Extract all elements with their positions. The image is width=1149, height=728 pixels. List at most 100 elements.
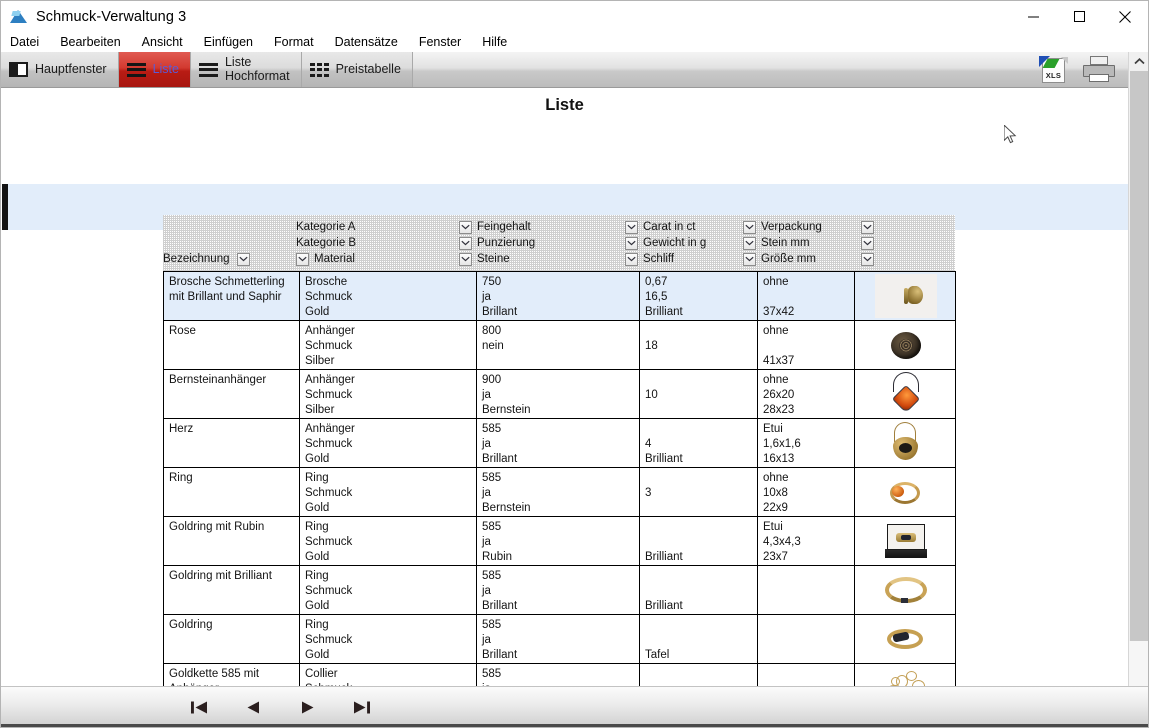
table-cell-carat[interactable]: Brilliant [640, 664, 758, 689]
table-cell-kategorie[interactable]: RingSchmuckGold [300, 615, 477, 664]
table-cell-image[interactable] [855, 615, 956, 664]
menu-item-ansicht[interactable]: Ansicht [142, 35, 183, 49]
xls-export-icon[interactable]: XLS [1038, 56, 1068, 84]
chevron-down-icon[interactable] [625, 221, 638, 234]
chevron-up-icon[interactable] [1129, 52, 1149, 70]
table-row[interactable]: Goldring mit Brilliant RingSchmuckGold58… [164, 566, 956, 615]
table-cell-bezeichnung[interactable]: Brosche Schmetterlingmit Brillant und Sa… [164, 272, 300, 321]
table-row[interactable]: Goldkette 585 mitAnhänger CollierSchmuck… [164, 664, 956, 689]
table-cell-kategorie[interactable]: RingSchmuckGold [300, 468, 477, 517]
menu-item-datensaetze[interactable]: Datensätze [335, 35, 398, 49]
chevron-down-icon[interactable] [459, 253, 472, 266]
menu-item-fenster[interactable]: Fenster [419, 35, 461, 49]
first-record-button[interactable] [182, 692, 216, 722]
menu-item-datei[interactable]: Datei [10, 35, 39, 49]
menu-item-bearbeiten[interactable]: Bearbeiten [60, 35, 120, 49]
tab-liste-hochformat[interactable]: Liste Hochformat [191, 52, 302, 87]
table-cell-carat[interactable]: 10 [640, 370, 758, 419]
table-cell-verpackung[interactable]: Etui1,6x1,616x13 [758, 419, 855, 468]
table-cell-kategorie[interactable]: CollierSchmuckGold [300, 664, 477, 689]
table-cell-verpackung[interactable]: ohne10x822x9 [758, 468, 855, 517]
next-record-button[interactable] [290, 692, 324, 722]
scrollbar-thumb[interactable] [1130, 71, 1148, 641]
table-cell-verpackung[interactable] [758, 664, 855, 689]
menu-item-format[interactable]: Format [274, 35, 314, 49]
table-cell-verpackung[interactable] [758, 615, 855, 664]
menu-item-einfuegen[interactable]: Einfügen [204, 35, 253, 49]
table-cell-feingehalt[interactable]: 585jaBernstein [477, 468, 640, 517]
chevron-down-icon[interactable] [861, 221, 874, 234]
table-cell-image[interactable] [855, 566, 956, 615]
table-cell-feingehalt[interactable]: 800nein [477, 321, 640, 370]
maximize-icon[interactable] [1056, 1, 1102, 32]
table-cell-image[interactable] [855, 419, 956, 468]
table-cell-verpackung[interactable]: ohne26x2028x23 [758, 370, 855, 419]
chevron-down-icon[interactable] [861, 237, 874, 250]
table-row[interactable]: Goldring mit Rubin RingSchmuckGold585jaR… [164, 517, 956, 566]
table-row[interactable]: Herz AnhängerSchmuckGold585jaBrillant 4B… [164, 419, 956, 468]
table-cell-feingehalt[interactable]: 585jaRubin [477, 517, 640, 566]
table-cell-bezeichnung[interactable]: Herz [164, 419, 300, 468]
table-cell-feingehalt[interactable]: 585jaBrillant [477, 566, 640, 615]
table-cell-kategorie[interactable]: AnhängerSchmuckSilber [300, 370, 477, 419]
table-cell-image[interactable] [855, 517, 956, 566]
minimize-icon[interactable] [1010, 1, 1056, 32]
table-cell-bezeichnung[interactable]: Goldring [164, 615, 300, 664]
table-cell-bezeichnung[interactable]: Ring [164, 468, 300, 517]
last-record-button[interactable] [344, 692, 378, 722]
table-cell-carat[interactable]: Brilliant [640, 517, 758, 566]
table-cell-feingehalt[interactable]: 585jaBrillant [477, 664, 640, 689]
close-icon[interactable] [1102, 1, 1148, 32]
table-cell-bezeichnung[interactable]: Goldring mit Brilliant [164, 566, 300, 615]
table-cell-carat[interactable]: 18 [640, 321, 758, 370]
table-cell-feingehalt[interactable]: 750jaBrillant [477, 272, 640, 321]
table-cell-feingehalt[interactable]: 585jaBrillant [477, 419, 640, 468]
table-cell-carat[interactable]: Tafel [640, 615, 758, 664]
table-row[interactable]: Brosche Schmetterlingmit Brillant und Sa… [164, 272, 956, 321]
tab-preistabelle[interactable]: Preistabelle [302, 52, 413, 87]
table-cell-kategorie[interactable]: RingSchmuckGold [300, 566, 477, 615]
previous-record-button[interactable] [236, 692, 270, 722]
table-row[interactable]: Goldring RingSchmuckGold585jaBrillant Ta… [164, 615, 956, 664]
table-cell-bezeichnung[interactable]: Goldring mit Rubin [164, 517, 300, 566]
chevron-down-icon[interactable] [625, 253, 638, 266]
table-cell-kategorie[interactable]: AnhängerSchmuckGold [300, 419, 477, 468]
table-cell-verpackung[interactable] [758, 566, 855, 615]
table-cell-verpackung[interactable]: ohne 37x42 [758, 272, 855, 321]
table-cell-carat[interactable]: 3 [640, 468, 758, 517]
table-cell-image[interactable] [855, 370, 956, 419]
table-cell-bezeichnung[interactable]: Bernsteinanhänger [164, 370, 300, 419]
table-row[interactable]: Rose AnhängerSchmuckSilber800nein 18 ohn… [164, 321, 956, 370]
chevron-down-icon[interactable] [296, 253, 309, 266]
table-cell-feingehalt[interactable]: 900jaBernstein [477, 370, 640, 419]
chevron-down-icon[interactable] [459, 237, 472, 250]
table-cell-kategorie[interactable]: RingSchmuckGold [300, 517, 477, 566]
tab-liste[interactable]: Liste [119, 52, 191, 87]
table-cell-kategorie[interactable]: BroscheSchmuckGold [300, 272, 477, 321]
printer-icon[interactable] [1082, 56, 1116, 83]
table-cell-image[interactable] [855, 272, 956, 321]
table-cell-carat[interactable]: 4Brilliant [640, 419, 758, 468]
table-cell-image[interactable] [855, 468, 956, 517]
chevron-down-icon[interactable] [743, 237, 756, 250]
table-row[interactable]: Ring RingSchmuckGold585jaBernstein 3 ohn… [164, 468, 956, 517]
chevron-down-icon[interactable] [861, 253, 874, 266]
chevron-down-icon[interactable] [625, 237, 638, 250]
tab-hauptfenster[interactable]: Hauptfenster [1, 52, 119, 87]
table-cell-kategorie[interactable]: AnhängerSchmuckSilber [300, 321, 477, 370]
table-cell-feingehalt[interactable]: 585jaBrillant [477, 615, 640, 664]
table-cell-bezeichnung[interactable]: Goldkette 585 mitAnhänger [164, 664, 300, 689]
table-cell-carat[interactable]: Brilliant [640, 566, 758, 615]
table-cell-image[interactable] [855, 664, 956, 689]
chevron-down-icon[interactable] [743, 221, 756, 234]
table-cell-verpackung[interactable]: Etui4,3x4,323x7 [758, 517, 855, 566]
vertical-scrollbar[interactable] [1128, 52, 1148, 728]
chevron-down-icon[interactable] [459, 221, 472, 234]
table-row[interactable]: Bernsteinanhänger AnhängerSchmuckSilber9… [164, 370, 956, 419]
menu-item-hilfe[interactable]: Hilfe [482, 35, 507, 49]
table-cell-bezeichnung[interactable]: Rose [164, 321, 300, 370]
table-cell-carat[interactable]: 0,6716,5Brilliant [640, 272, 758, 321]
chevron-down-icon[interactable] [743, 253, 756, 266]
table-cell-verpackung[interactable]: ohne 41x37 [758, 321, 855, 370]
table-cell-image[interactable] [855, 321, 956, 370]
